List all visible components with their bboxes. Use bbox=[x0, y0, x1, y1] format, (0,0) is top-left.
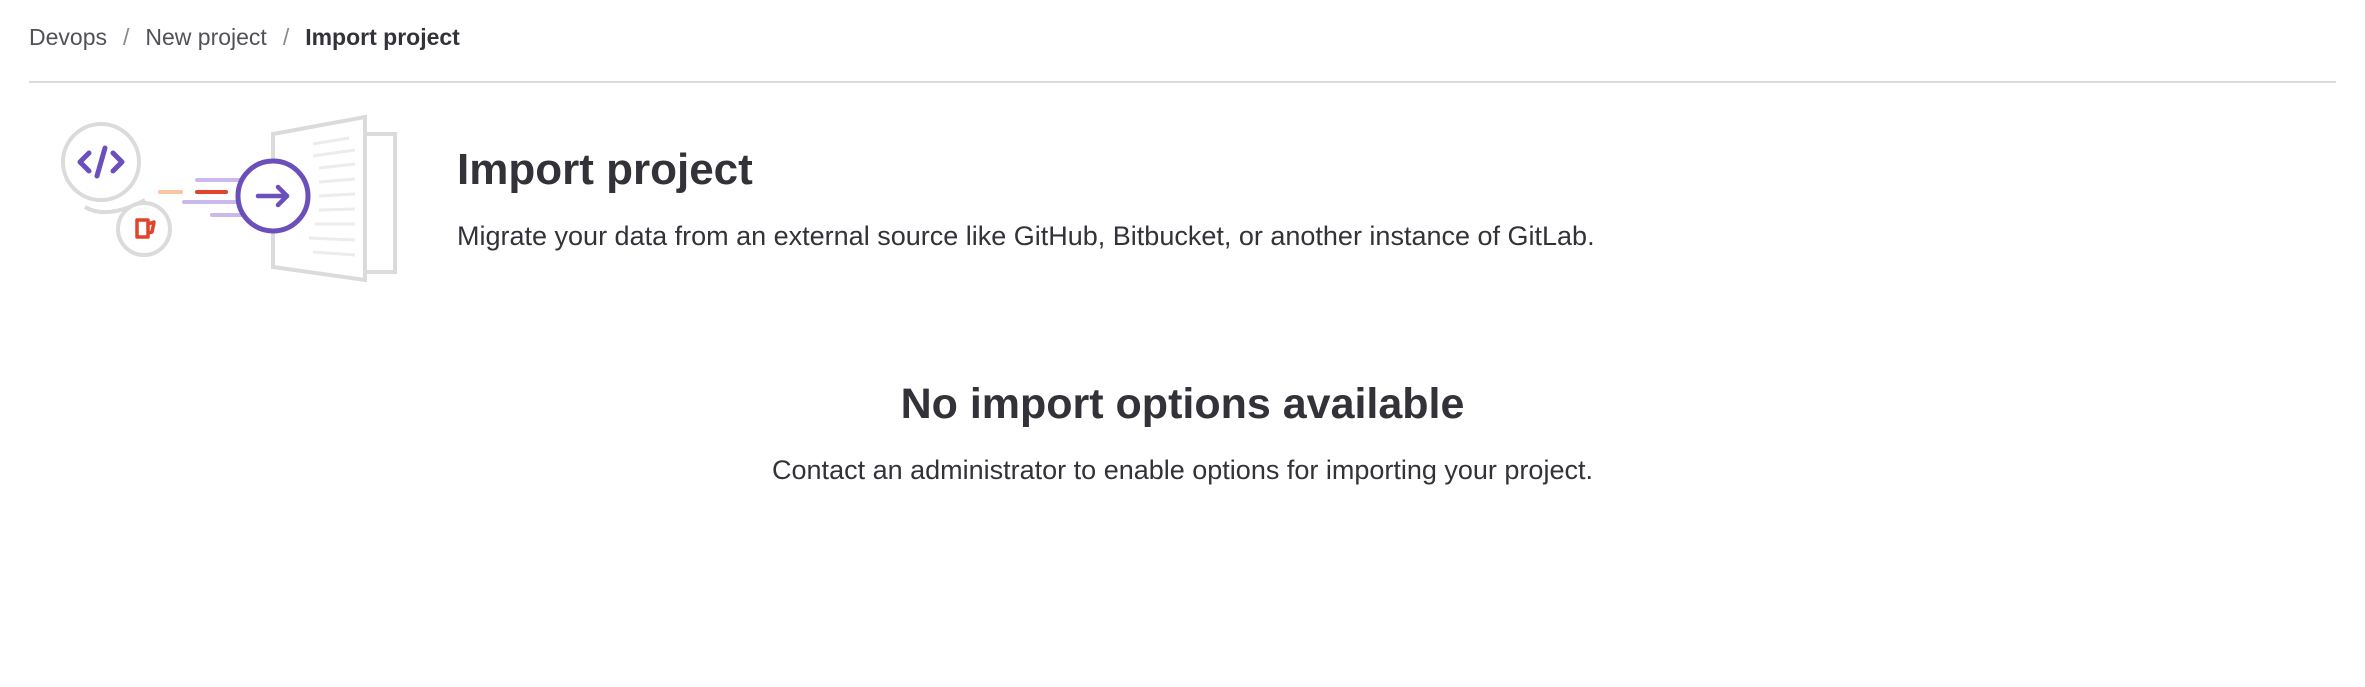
header-divider bbox=[29, 81, 2336, 83]
breadcrumb-separator: / bbox=[122, 23, 130, 50]
breadcrumb: Devops / New project / Import project bbox=[29, 20, 460, 54]
breadcrumb-item-devops[interactable]: Devops bbox=[29, 24, 107, 51]
page-title: Import project bbox=[457, 145, 753, 194]
import-project-page: Devops / New project / Import project Im… bbox=[0, 0, 2365, 687]
code-icon bbox=[61, 122, 141, 202]
empty-state-title: No import options available bbox=[900, 380, 1465, 428]
import-illustration bbox=[61, 114, 397, 283]
breadcrumb-item-new-project[interactable]: New project bbox=[145, 24, 266, 51]
empty-state-description: Contact an administrator to enable optio… bbox=[772, 455, 1593, 485]
breadcrumb-separator: / bbox=[282, 23, 290, 50]
arrow-right-icon bbox=[235, 158, 311, 234]
cup-icon bbox=[116, 201, 172, 257]
breadcrumb-item-current: Import project bbox=[305, 23, 460, 50]
page-description: Migrate your data from an external sourc… bbox=[457, 221, 1595, 251]
